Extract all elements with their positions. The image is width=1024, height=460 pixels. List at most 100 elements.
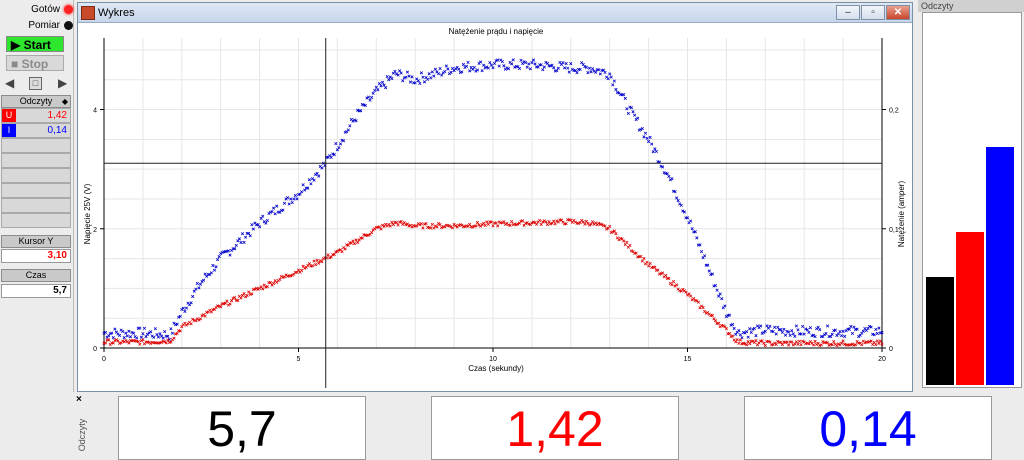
data-point bbox=[170, 331, 175, 335]
bar-panel-title: Odczyty bbox=[918, 0, 1024, 12]
x-axis-label: Czas (sekundy) bbox=[468, 364, 524, 373]
data-point bbox=[749, 330, 753, 334]
close-panel-icon[interactable]: × bbox=[76, 394, 82, 405]
u-value: 1,42 bbox=[47, 110, 67, 121]
data-point bbox=[825, 324, 830, 328]
prev-arrow-icon[interactable]: ◀ bbox=[5, 76, 14, 91]
data-point bbox=[402, 220, 406, 225]
data-point bbox=[468, 222, 472, 227]
data-point bbox=[614, 232, 618, 236]
data-point bbox=[796, 328, 800, 332]
data-point bbox=[156, 335, 161, 339]
data-point bbox=[429, 76, 433, 80]
center-button-icon[interactable]: □ bbox=[29, 77, 42, 90]
data-point bbox=[306, 186, 310, 190]
data-point bbox=[212, 268, 217, 272]
data-point bbox=[625, 240, 629, 244]
data-point bbox=[312, 178, 316, 182]
data-point bbox=[782, 327, 786, 331]
data-point bbox=[234, 243, 238, 247]
data-point bbox=[794, 340, 799, 344]
data-point bbox=[272, 206, 276, 210]
reading-row-empty[interactable] bbox=[1, 153, 71, 168]
start-button[interactable]: ▶ Start bbox=[6, 36, 64, 52]
data-point bbox=[875, 339, 879, 343]
readings-display-panel: × Odczyty 5,7 1,42 0,14 bbox=[74, 392, 1024, 460]
data-point bbox=[633, 113, 637, 117]
data-point bbox=[780, 342, 784, 347]
data-point bbox=[373, 88, 377, 93]
data-point bbox=[142, 326, 147, 330]
stop-button[interactable]: ■ Stop bbox=[6, 55, 64, 71]
data-point bbox=[380, 80, 385, 84]
reading-row-empty[interactable] bbox=[1, 198, 71, 213]
data-point bbox=[127, 341, 131, 345]
x-tick-label: 10 bbox=[489, 356, 497, 363]
readings-bar-panel: Odczyty bbox=[918, 0, 1024, 392]
data-point bbox=[651, 150, 655, 154]
reading-bar bbox=[956, 232, 984, 385]
data-point bbox=[121, 329, 125, 333]
reading-row-empty[interactable] bbox=[1, 168, 71, 183]
data-point bbox=[430, 70, 434, 74]
data-point bbox=[583, 222, 587, 226]
chart-window[interactable]: Wykres – ▫ ✕ Natężenie prądu i napięcie … bbox=[77, 2, 913, 392]
data-point bbox=[264, 221, 268, 225]
window-titlebar[interactable]: Wykres – ▫ ✕ bbox=[78, 3, 912, 23]
data-point bbox=[813, 339, 817, 343]
data-point bbox=[591, 220, 595, 224]
maximize-button[interactable]: ▫ bbox=[861, 5, 885, 20]
chart-plot[interactable]: Natężenie prądu i napięcie Czas (sekundy… bbox=[78, 24, 912, 392]
data-point bbox=[648, 135, 652, 139]
data-point bbox=[293, 193, 297, 198]
data-point bbox=[370, 231, 374, 235]
data-point bbox=[482, 63, 486, 67]
control-panel: Gotów Pomiar ▶ Start ■ Stop ◀ □ ▶ Odczyt… bbox=[0, 0, 74, 392]
x-tick-label: 15 bbox=[684, 356, 692, 363]
reading-row-i[interactable]: I 0,14 bbox=[1, 123, 71, 138]
cursor-value: 3,10 bbox=[1, 249, 71, 263]
data-point bbox=[748, 327, 752, 331]
reading-row-empty[interactable] bbox=[1, 183, 71, 198]
data-point bbox=[818, 328, 822, 332]
next-arrow-icon[interactable]: ▶ bbox=[58, 76, 67, 91]
data-point bbox=[745, 330, 749, 334]
time-display: 5,7 bbox=[118, 396, 366, 460]
data-point bbox=[337, 145, 341, 150]
play-icon: ▶ bbox=[11, 38, 21, 52]
sort-icon[interactable]: ◆ bbox=[62, 96, 68, 107]
data-point bbox=[689, 294, 693, 298]
data-point bbox=[326, 253, 330, 257]
data-point bbox=[517, 66, 522, 71]
data-point bbox=[244, 235, 248, 239]
data-point bbox=[754, 334, 758, 338]
data-point bbox=[839, 341, 844, 345]
data-point bbox=[211, 263, 215, 268]
data-point bbox=[259, 216, 263, 221]
close-button[interactable]: ✕ bbox=[886, 5, 910, 20]
data-point bbox=[228, 253, 232, 257]
data-point bbox=[307, 178, 311, 182]
data-point bbox=[329, 155, 333, 159]
data-point bbox=[191, 294, 195, 299]
data-point bbox=[446, 67, 450, 71]
data-point bbox=[562, 66, 567, 70]
stop-button-label: Stop bbox=[21, 57, 49, 71]
reading-row-empty[interactable] bbox=[1, 138, 71, 153]
data-point bbox=[623, 96, 627, 100]
reading-row-u[interactable]: U 1,42 bbox=[1, 108, 71, 123]
data-point bbox=[368, 98, 372, 102]
data-point bbox=[489, 63, 494, 67]
data-point bbox=[801, 324, 805, 329]
data-point bbox=[581, 220, 585, 224]
data-point bbox=[352, 242, 357, 246]
data-point bbox=[808, 326, 813, 330]
minimize-button[interactable]: – bbox=[836, 5, 860, 20]
data-point bbox=[111, 341, 115, 345]
data-point bbox=[430, 222, 434, 226]
reading-row-empty[interactable] bbox=[1, 213, 71, 228]
data-point bbox=[643, 131, 648, 135]
data-point bbox=[356, 240, 360, 245]
data-point bbox=[878, 339, 883, 343]
data-point bbox=[189, 322, 193, 326]
